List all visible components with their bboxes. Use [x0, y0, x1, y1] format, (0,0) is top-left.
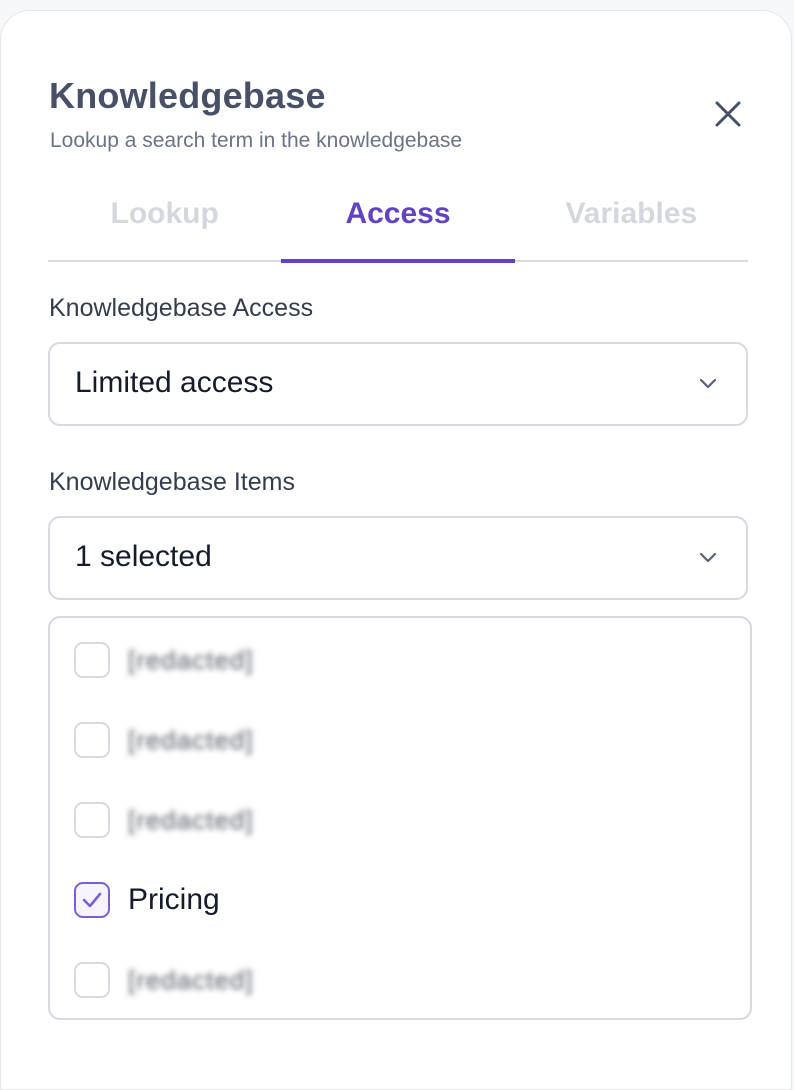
dialog-subtitle: Lookup a search term in the knowledgebas… [50, 129, 463, 152]
checkmark-icon [82, 892, 102, 908]
tab-variables[interactable]: Variables [515, 185, 748, 260]
item-label: [redacted] [128, 724, 254, 755]
chevron-down-icon [699, 552, 717, 563]
checkbox[interactable] [74, 722, 110, 758]
knowledgebase-items-list: [redacted] [redacted] [redacted] Pricing… [48, 616, 752, 1020]
knowledgebase-items-select[interactable]: 1 selected [48, 516, 748, 600]
close-button[interactable] [711, 97, 745, 131]
list-item[interactable]: [redacted] [74, 718, 254, 762]
tab-bar: Lookup Access Variables [48, 185, 748, 263]
item-label: [redacted] [128, 804, 254, 835]
close-icon [715, 101, 741, 127]
knowledgebase-items-label: Knowledgebase Items [49, 468, 295, 496]
checkbox[interactable] [74, 962, 110, 998]
checkbox[interactable] [74, 642, 110, 678]
tab-lookup[interactable]: Lookup [48, 185, 281, 260]
checkbox[interactable] [74, 802, 110, 838]
list-item[interactable]: [redacted] [74, 958, 254, 1002]
item-label: [redacted] [128, 644, 254, 675]
tab-access[interactable]: Access [281, 185, 515, 263]
knowledgebase-access-value: Limited access [75, 366, 274, 399]
checkbox-checked[interactable] [74, 882, 110, 918]
list-item[interactable]: Pricing [74, 878, 220, 922]
knowledgebase-access-label: Knowledgebase Access [49, 294, 314, 322]
knowledgebase-items-value: 1 selected [75, 540, 212, 573]
dialog-title: Knowledgebase [49, 75, 326, 116]
item-label: [redacted] [128, 964, 254, 995]
knowledgebase-access-select[interactable]: Limited access [48, 342, 748, 426]
list-item[interactable]: [redacted] [74, 798, 254, 842]
item-label: Pricing [128, 883, 220, 916]
list-item[interactable]: [redacted] [74, 638, 254, 682]
chevron-down-icon [699, 378, 717, 389]
